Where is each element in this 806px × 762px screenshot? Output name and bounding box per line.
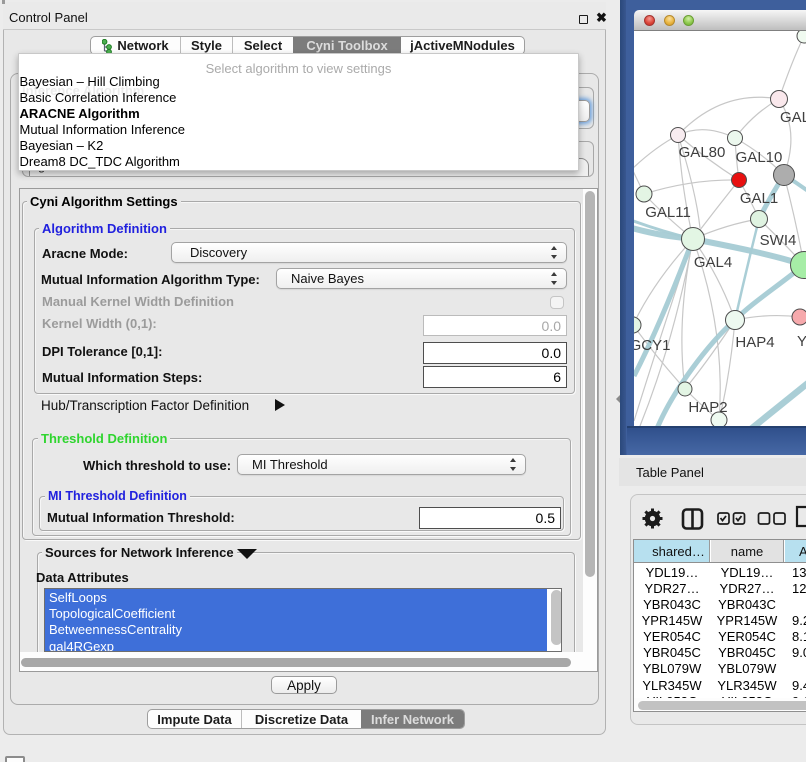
svg-text:GAL1: GAL1 <box>740 190 778 207</box>
svg-text:GCY1: GCY1 <box>634 337 670 354</box>
svg-text:GAL10: GAL10 <box>736 149 783 166</box>
svg-text:HAP4: HAP4 <box>735 334 774 351</box>
svg-text:GAL7: GAL7 <box>780 109 806 126</box>
svg-text:YM: YM <box>797 333 806 350</box>
svg-text:GAL11: GAL11 <box>645 204 691 221</box>
svg-text:GAL80: GAL80 <box>679 144 726 161</box>
svg-text:SWI4: SWI4 <box>760 232 797 249</box>
svg-text:GAL4: GAL4 <box>694 254 732 271</box>
svg-text:HAP2: HAP2 <box>688 399 727 416</box>
